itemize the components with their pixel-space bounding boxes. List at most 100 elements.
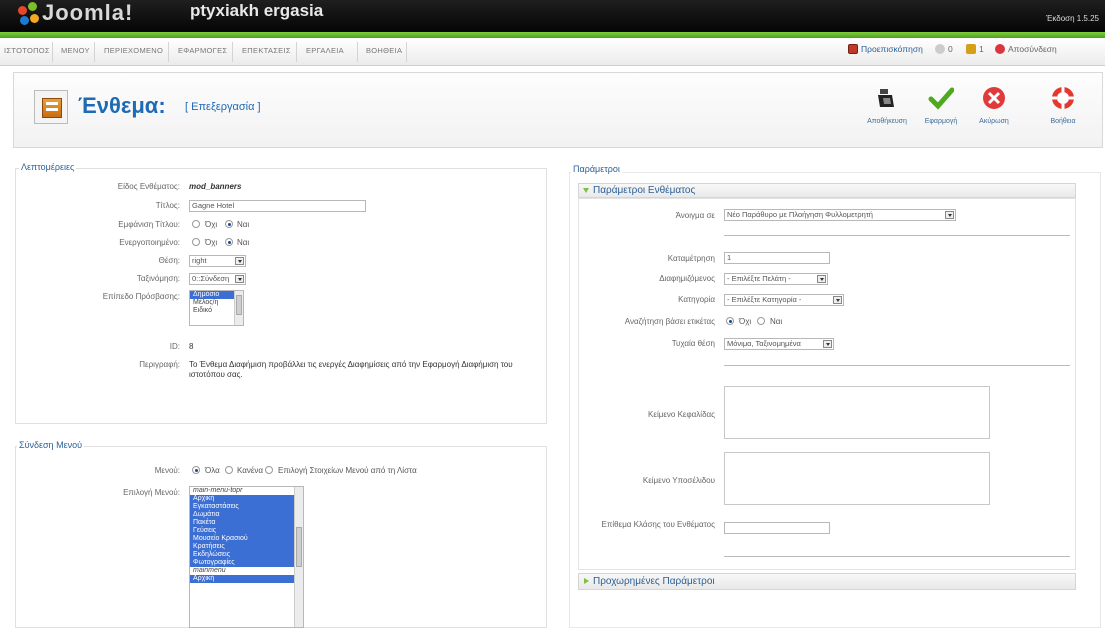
class-suffix-input[interactable] [724,522,830,534]
online-count: 0 [948,44,953,54]
chevron-down-icon [235,275,244,283]
enabled-yes-radio[interactable] [225,238,233,246]
module-params-header[interactable]: Παράμετροι Ενθέματος [578,183,1076,198]
menus-select-radio[interactable] [265,466,273,474]
menu-selection-label: Επιλογή Μενού: [123,488,180,497]
joomla-logo-icon [18,2,40,28]
enabled-no-label: Όχι [205,238,218,247]
collapse-arrow-icon [583,188,589,193]
access-label: Επίπεδο Πρόσβασης: [102,292,180,301]
help-button[interactable]: Βοήθεια [1038,85,1088,139]
menu-item-option[interactable]: Εκδηλώσεις [190,551,303,559]
menus-label: Μενού: [154,466,180,475]
separator [724,365,1070,366]
count-input[interactable]: 1 [724,252,830,264]
save-icon [878,89,894,107]
count-label: Καταμέτρηση [667,254,715,263]
target-label: Άνοιγμα σε [675,211,715,220]
title-input[interactable]: Gagne Hotel [189,200,366,212]
cancel-button[interactable]: Ακύρωση [969,85,1019,139]
randomise-label: Τυχαία θέση [671,339,715,348]
menu-menus[interactable]: ΜΕΝΟΥ [61,46,90,55]
target-select[interactable]: Νέο Παράθυρο με Πλοήγηση Φυλλομετρητή [724,209,956,221]
menu-separator [52,42,53,62]
menu-separator [296,42,297,62]
module-type-value: mod_banners [189,182,242,191]
tag-search-no-radio[interactable] [726,317,734,325]
menu-item-option[interactable]: Εγκαταστάσεις [190,503,303,511]
separator [724,556,1070,557]
advanced-params-title: Προχωρημένες Παράμετροι [593,576,715,587]
toolbar-box: Ένθεμα: [ Επεξεργασία ] Αποθήκευση Εφαρμ… [13,72,1103,148]
menus-none-radio[interactable] [225,466,233,474]
menu-help[interactable]: ΒΟΗΘΕΙΑ [366,46,402,55]
menu-item-option[interactable]: Κρατήσεις [190,543,303,551]
menu-item-option[interactable]: Πακέτα [190,519,303,527]
menu-separator [406,42,407,62]
menu-assignment-legend: Σύνδεση Μενού [17,440,85,450]
menu-item-option[interactable]: mainmenu [190,567,303,575]
tag-search-no-label: Όχι [739,317,752,326]
order-select[interactable]: 0::Σύνδεση [189,273,246,285]
position-select[interactable]: right [189,255,246,267]
header-text-label: Κείμενο Κεφαλίδας [648,410,715,419]
menu-item-option[interactable]: main-menu-topr [190,487,303,495]
preview-link[interactable]: Προεπισκόπηση [848,44,923,54]
logout-link[interactable]: Αποσύνδεση [995,44,1057,54]
show-title-yes-radio[interactable] [225,220,233,228]
menu-tools[interactable]: ΕΡΓΑΛΕΙΑ [306,46,344,55]
menu-item-option[interactable]: Μουσείο Κρασιού [190,535,303,543]
online-users-status: 0 [935,44,953,54]
users-icon [935,44,945,54]
check-icon [928,87,954,110]
details-legend: Λεπτομέρειες [19,162,77,172]
messages-status[interactable]: 1 [966,44,984,54]
show-title-no-radio[interactable] [192,220,200,228]
client-select[interactable]: - Επιλέξτε Πελάτη - [724,273,828,285]
order-value: 0::Σύνδεση [192,274,230,283]
preview-label: Προεπισκόπηση [861,44,923,54]
footer-text-area[interactable] [724,452,990,505]
menu-item-option[interactable]: Αρχική [190,575,303,583]
separator [724,235,1070,236]
show-title-label: Εμφάνιση Τίτλου: [118,220,180,229]
class-suffix-label: Επίθεμα Κλάσης του Ενθέματος [601,520,715,529]
randomise-select[interactable]: Μόνιμα, Ταξινομημένα [724,338,834,350]
apply-button[interactable]: Εφαρμογή [916,85,966,139]
description-text: Το Ένθεμα Διαφήμιση προβάλλει τις ενεργέ… [189,360,513,379]
preview-icon [848,44,858,54]
menus-select-label: Επιλογή Στοιχείων Μενού από τη Λίστα [278,466,417,475]
tag-search-label: Αναζήτηση βάσει ετικέτας [624,317,715,326]
menu-selection-list[interactable]: main-menu-topr Αρχική Εγκαταστάσεις Δωμάτια… [189,486,304,628]
joomla-logo-text: Joomla! [42,0,134,25]
advanced-params-header[interactable]: Προχωρημένες Παράμετροι [578,573,1076,590]
menu-content[interactable]: ΠΕΡΙΕΧΟΜΕΝΟ [104,46,163,55]
id-label: ID: [169,342,180,351]
access-level-list[interactable]: Δημόσιο Μέλος/η Ειδικό [189,290,244,326]
menu-components[interactable]: ΕΦΑΡΜΟΓΕΣ [178,46,227,55]
header-text-area[interactable] [724,386,990,439]
menu-item-option[interactable]: Γεύσεις [190,527,303,535]
show-title-no-label: Όχι [205,220,218,229]
tag-search-yes-label: Ναι [770,317,783,326]
menu-extensions[interactable]: ΕΠΕΚΤΑΣΕΙΣ [242,46,291,55]
category-label: Κατηγορία [678,295,715,304]
enabled-label: Ενεργοποιημένο: [119,238,180,247]
cancel-icon [983,87,1005,109]
save-button[interactable]: Αποθήκευση [862,85,912,139]
menu-item-option[interactable]: Φωτογραφίες [190,559,303,567]
site-name: ptyxiakh ergasia [190,1,324,20]
menus-all-radio[interactable] [192,466,200,474]
category-select[interactable]: - Επιλέξτε Κατηγορία - [724,294,844,306]
chevron-down-icon [235,257,244,265]
enabled-no-radio[interactable] [192,238,200,246]
position-value: right [192,256,207,265]
menu-item-option[interactable]: Δωμάτια [190,511,303,519]
tag-search-yes-radio[interactable] [757,317,765,325]
menu-item-option[interactable]: Αρχική [190,495,303,503]
parameters-legend: Παράμετροι [571,164,622,174]
chevron-down-icon [823,340,832,348]
menu-site[interactable]: ΙΣΤΟΤΟΠΟΣ [4,46,50,55]
page-subtitle: [ Επεξεργασία ] [185,101,261,113]
footer-text-label: Κείμενο Υποσέλιδου [642,476,715,485]
